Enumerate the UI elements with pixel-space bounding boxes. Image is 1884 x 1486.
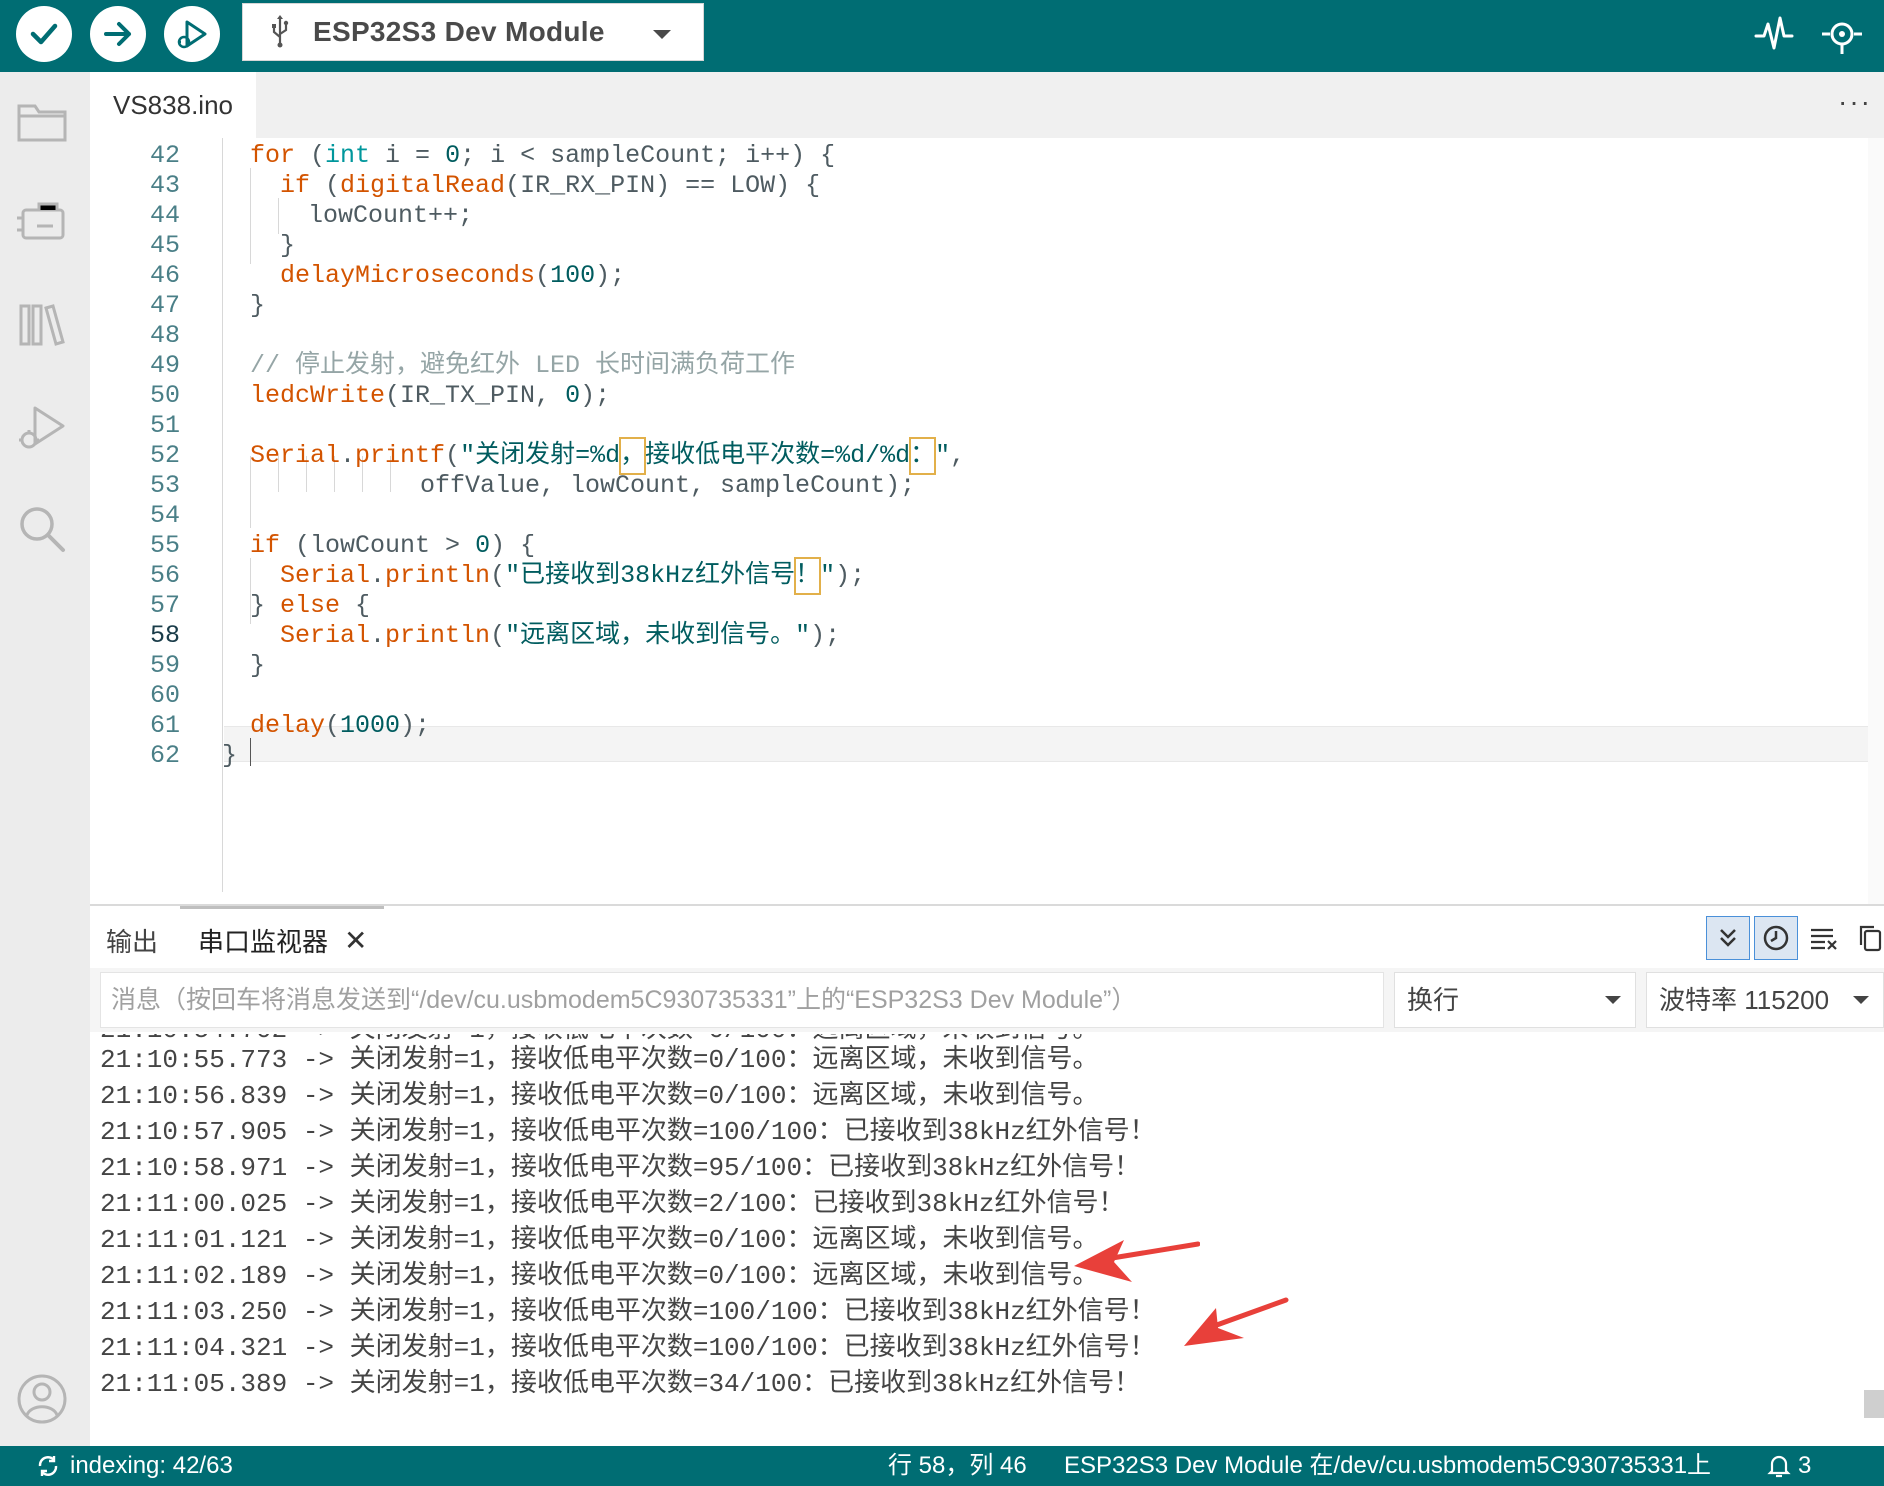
output-line: 21:10:55.773 -> 关闭发射=1，接收低电平次数=0/100：远离区… bbox=[100, 1045, 1099, 1075]
code-editor[interactable]: 41 42for (int i = 0; i < sampleCount; i+… bbox=[90, 138, 1868, 904]
editor-scrollbar[interactable] bbox=[1868, 138, 1884, 904]
search-icon[interactable] bbox=[13, 500, 71, 558]
copy-icon bbox=[1859, 925, 1882, 952]
board-manager-icon[interactable] bbox=[13, 194, 71, 252]
more-actions-icon[interactable]: ··· bbox=[1838, 86, 1872, 118]
chevron-down-icon bbox=[1605, 996, 1621, 1004]
line-number: 62 bbox=[149, 741, 180, 770]
output-line: 21:11:05.389 -> 关闭发射=1，接收低电平次数=34/100：已接… bbox=[100, 1369, 1141, 1399]
active-tab-indicator bbox=[180, 906, 384, 909]
line-ending-value: 换行 bbox=[1407, 985, 1460, 1015]
status-bar: indexing: 42/63 行 58，列 46 ESP32S3 Dev Mo… bbox=[0, 1446, 1884, 1486]
output-line: 21:10:56.839 -> 关闭发射=1，接收低电平次数=0/100：远离区… bbox=[100, 1081, 1099, 1111]
clear-output-icon bbox=[1811, 928, 1837, 950]
message-input[interactable]: 消息（按回车将消息发送到“/dev/cu.usbmodem5C930735331… bbox=[100, 972, 1384, 1028]
library-icon[interactable] bbox=[13, 296, 71, 354]
indexing-status: indexing: 42/63 bbox=[70, 1452, 233, 1479]
serial-plotter-icon[interactable] bbox=[1752, 12, 1796, 56]
message-row: 消息（按回车将消息发送到“/dev/cu.usbmodem5C930735331… bbox=[90, 968, 1884, 1032]
cursor-position[interactable]: 行 58，列 46 bbox=[888, 1446, 1027, 1486]
autoscroll-toggle[interactable] bbox=[1706, 916, 1750, 960]
board-selector[interactable]: ESP32S3 Dev Module bbox=[242, 3, 704, 61]
activity-sidebar bbox=[0, 72, 90, 1446]
board-name: ESP32S3 Dev Module bbox=[313, 16, 605, 47]
board-port-status[interactable]: ESP32S3 Dev Module 在/dev/cu.usbmodem5C93… bbox=[1064, 1446, 1711, 1486]
chevron-down-icon bbox=[653, 30, 671, 39]
clear-output-button[interactable] bbox=[1802, 916, 1846, 960]
tab-output[interactable]: 输出 bbox=[106, 922, 158, 959]
debug-sidebar-icon[interactable] bbox=[13, 398, 71, 456]
usb-icon bbox=[272, 15, 289, 48]
serial-monitor-icon[interactable] bbox=[1820, 12, 1864, 56]
annotation-arrow-icon bbox=[1184, 1297, 1289, 1346]
tab-serial-monitor[interactable]: 串口监视器 bbox=[198, 922, 328, 959]
close-icon[interactable]: ✕ bbox=[344, 924, 367, 957]
editor-tab-bar: VS838.ino ··· bbox=[90, 72, 1884, 138]
sync-icon bbox=[38, 1456, 58, 1476]
output-line: 21:10:58.971 -> 关闭发射=1，接收低电平次数=95/100：已接… bbox=[100, 1153, 1141, 1183]
baud-rate-value: 波特率 115200 bbox=[1659, 985, 1830, 1015]
folder-icon[interactable] bbox=[13, 92, 71, 150]
debug-button[interactable] bbox=[164, 6, 220, 62]
output-line: 21:10:57.905 -> 关闭发射=1，接收低电平次数=100/100：已… bbox=[100, 1117, 1156, 1147]
output-line: 21:11:00.025 -> 关闭发射=1，接收低电平次数=2/100：已接收… bbox=[100, 1189, 1125, 1219]
upload-icon bbox=[104, 22, 131, 46]
output-line: 21:11:04.321 -> 关闭发射=1，接收低电平次数=100/100：已… bbox=[100, 1333, 1156, 1363]
toolbar: ESP32S3 Dev Module bbox=[0, 0, 1884, 72]
timestamp-toggle[interactable] bbox=[1754, 916, 1798, 960]
output-line: 21:11:02.189 -> 关闭发射=1，接收低电平次数=0/100：远离区… bbox=[100, 1261, 1099, 1291]
chevron-double-down-icon bbox=[1720, 929, 1736, 947]
bell-icon[interactable] bbox=[1766, 1453, 1792, 1479]
output-line: 21:11:03.250 -> 关闭发射=1，接收低电平次数=100/100：已… bbox=[100, 1297, 1156, 1327]
clock-icon bbox=[1763, 925, 1789, 951]
upload-button[interactable] bbox=[90, 6, 146, 62]
verify-icon bbox=[30, 23, 58, 45]
verify-button[interactable] bbox=[16, 6, 72, 62]
baud-rate-select[interactable]: 波特率 115200 bbox=[1646, 972, 1884, 1028]
output-scrollbar[interactable] bbox=[1864, 1390, 1884, 1418]
annotation-arrow-icon bbox=[1074, 1240, 1200, 1282]
tab-vs838-ino[interactable]: VS838.ino bbox=[90, 72, 256, 138]
serial-output[interactable]: 21:10:54.702 -> 关闭发射=1，接收低电平次数=0/100：远离区… bbox=[90, 1034, 1884, 1446]
output-line: 21:11:01.121 -> 关闭发射=1，接收低电平次数=0/100：远离区… bbox=[100, 1225, 1099, 1255]
account-icon[interactable] bbox=[13, 1370, 71, 1428]
copy-output-button[interactable] bbox=[1848, 916, 1884, 960]
notification-count: 3 bbox=[1798, 1452, 1812, 1479]
line-ending-select[interactable]: 换行 bbox=[1394, 972, 1636, 1028]
debug-icon bbox=[177, 20, 207, 49]
chevron-down-icon bbox=[1853, 996, 1869, 1004]
